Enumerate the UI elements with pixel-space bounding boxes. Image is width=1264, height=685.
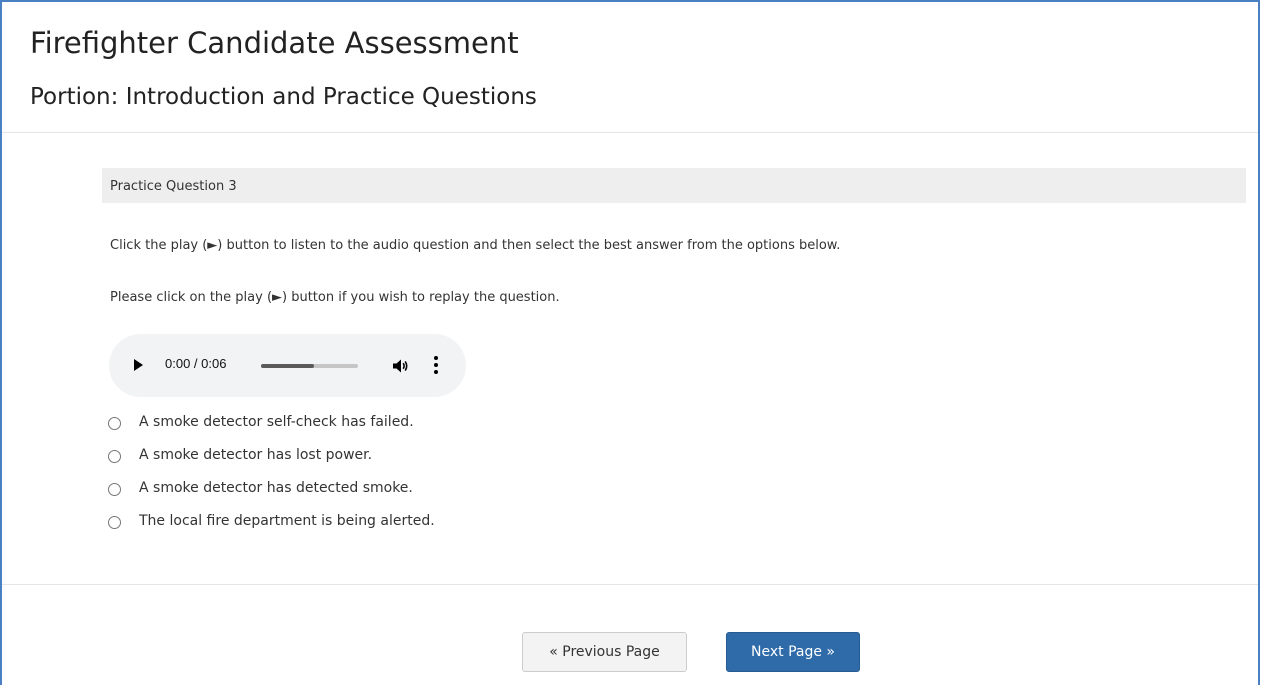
- page-title: Firefighter Candidate Assessment: [30, 26, 519, 60]
- page-header: Firefighter Candidate Assessment Portion…: [2, 2, 1258, 133]
- answer-option-label: A smoke detector self-check has failed.: [139, 414, 414, 430]
- assessment-frame: Firefighter Candidate Assessment Portion…: [0, 0, 1260, 685]
- play-icon[interactable]: [134, 359, 143, 371]
- footer-divider: [2, 584, 1258, 585]
- radio-button[interactable]: [108, 483, 121, 496]
- question-label: Practice Question 3: [110, 179, 237, 194]
- answer-option-label: A smoke detector has detected smoke.: [139, 480, 413, 496]
- audio-player: 0:00 / 0:06: [109, 334, 466, 397]
- replay-instruction: Please click on the play (►) button if y…: [110, 290, 560, 305]
- audio-progress-slider[interactable]: [261, 364, 358, 368]
- audio-buffered-bar: [261, 364, 315, 368]
- radio-button[interactable]: [108, 450, 121, 463]
- audio-time-display: 0:00 / 0:06: [165, 356, 227, 371]
- radio-button[interactable]: [108, 516, 121, 529]
- page-subtitle: Portion: Introduction and Practice Quest…: [30, 84, 537, 110]
- answer-option-label: A smoke detector has lost power.: [139, 447, 373, 463]
- next-page-button[interactable]: Next Page »: [726, 632, 860, 672]
- more-vertical-icon[interactable]: [427, 355, 443, 375]
- previous-page-button[interactable]: « Previous Page: [522, 632, 687, 672]
- question-heading-bar: Practice Question 3: [102, 168, 1246, 203]
- answer-option-label: The local fire department is being alert…: [139, 513, 435, 529]
- volume-icon[interactable]: [391, 357, 409, 375]
- question-instruction: Click the play (►) button to listen to t…: [110, 238, 841, 253]
- radio-button[interactable]: [108, 417, 121, 430]
